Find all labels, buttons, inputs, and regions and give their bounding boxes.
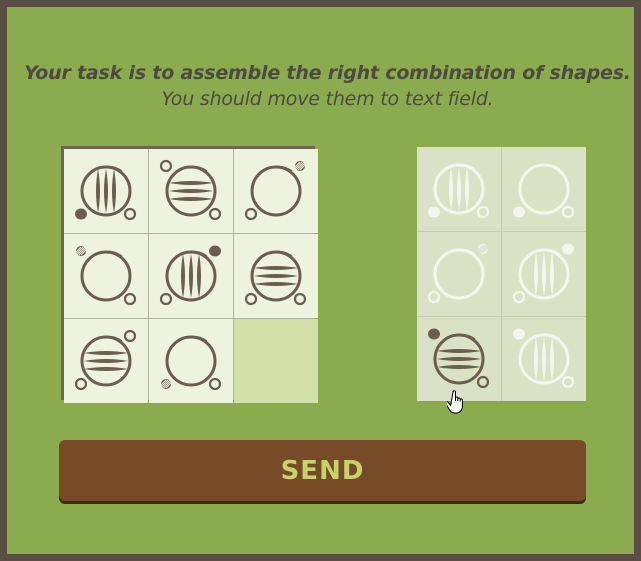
- instructions: Your task is to assemble the right combi…: [7, 60, 641, 112]
- source-shape-tile[interactable]: [64, 234, 148, 318]
- source-shape-tile[interactable]: [64, 319, 148, 403]
- instruction-line-2: You should move them to text field.: [161, 88, 494, 110]
- source-shape-tile[interactable]: [149, 149, 233, 233]
- source-shape-tile[interactable]: [149, 234, 233, 318]
- shape-graphic: [428, 163, 490, 219]
- shape-graphic: [159, 159, 222, 221]
- shape-graphic: [244, 161, 309, 221]
- shape-graphic: [75, 165, 137, 221]
- send-button[interactable]: SEND: [59, 440, 586, 501]
- source-shape-tile[interactable]: [149, 319, 233, 403]
- source-shape-grid: [61, 146, 318, 403]
- shape-graphic: [157, 335, 222, 391]
- target-slot-hint[interactable]: [502, 232, 586, 316]
- target-answer-grid[interactable]: [417, 147, 586, 401]
- placed-shape-tile[interactable]: [417, 317, 501, 401]
- shape-graphic: [428, 328, 490, 389]
- shape-graphic: [427, 244, 492, 304]
- target-slot-hint[interactable]: [417, 232, 501, 316]
- target-slot-hint[interactable]: [502, 317, 586, 401]
- target-slot-hint[interactable]: [502, 147, 586, 231]
- source-shape-tile[interactable]: [234, 234, 318, 318]
- target-slot-hint[interactable]: [417, 147, 501, 231]
- shape-graphic: [244, 250, 307, 306]
- shape-graphic: [513, 328, 575, 389]
- shape-graphic: [159, 245, 221, 306]
- shape-graphic: [512, 243, 574, 304]
- shape-graphic: [513, 163, 575, 219]
- shape-graphic: [72, 246, 137, 306]
- empty-slot: [234, 319, 318, 403]
- shape-graphic: [74, 329, 137, 391]
- source-shape-tile[interactable]: [234, 149, 318, 233]
- instruction-line-1: Your task is to assemble the right combi…: [24, 62, 631, 84]
- source-shape-tile[interactable]: [64, 149, 148, 233]
